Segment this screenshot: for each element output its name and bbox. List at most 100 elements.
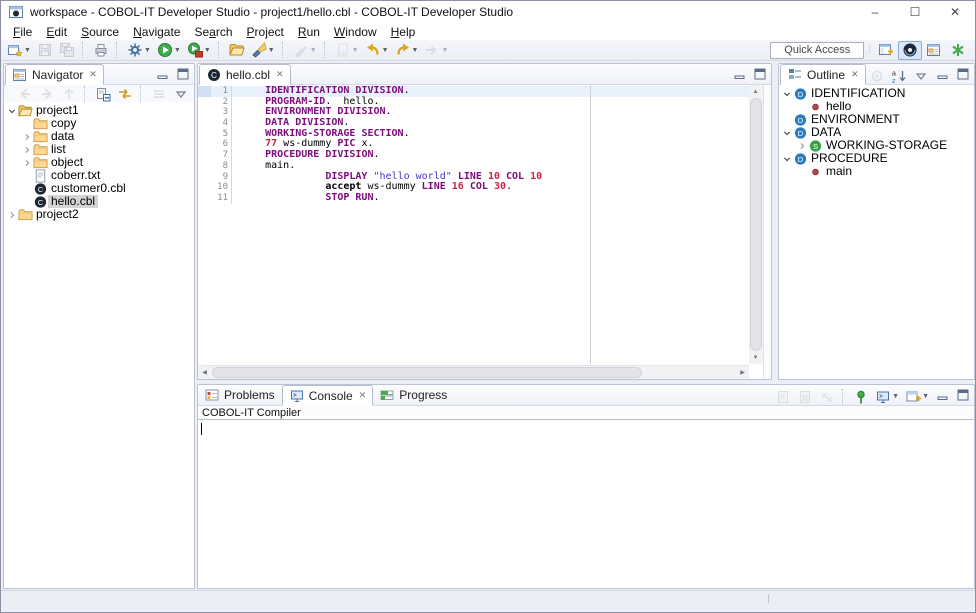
last-edit-location-button[interactable]: ▼	[421, 41, 451, 60]
console-output[interactable]	[198, 421, 974, 588]
tree-chevron-icon[interactable]	[6, 209, 18, 221]
quick-access[interactable]: Quick Access	[770, 42, 864, 59]
marker-bar[interactable]	[198, 193, 211, 204]
mark-occurrences-button[interactable]: ▼	[290, 41, 320, 60]
dropdown-arrow-icon[interactable]: ▼	[892, 393, 899, 400]
sort-button[interactable]: az	[888, 66, 910, 85]
maximize-view-button[interactable]	[174, 66, 192, 82]
scroll-right-icon[interactable]: ▶	[736, 366, 749, 379]
dropdown-arrow-icon[interactable]: ▼	[204, 47, 211, 54]
marker-bar[interactable]	[198, 129, 211, 140]
maximize-view-button[interactable]	[954, 66, 972, 82]
tab-problems[interactable]: Problems	[198, 384, 281, 405]
tab-outline[interactable]: Outline ✕	[780, 64, 866, 85]
scroll-down-icon[interactable]: ▼	[749, 351, 762, 364]
menu-run[interactable]: Run	[291, 24, 327, 40]
menu-source[interactable]: Source	[74, 24, 126, 40]
dropdown-arrow-icon[interactable]: ▼	[922, 393, 929, 400]
tab-progress[interactable]: Progress	[373, 384, 453, 405]
dropdown-arrow-icon[interactable]: ▼	[144, 47, 151, 54]
view-menu-button[interactable]	[170, 86, 192, 102]
tab-console[interactable]: Console✕	[282, 385, 374, 406]
marker-bar[interactable]	[198, 97, 211, 108]
tree-chevron-icon[interactable]	[21, 157, 33, 169]
menu-file[interactable]: File	[6, 24, 39, 40]
back-button[interactable]: ▼	[362, 41, 392, 60]
tab-hello-cbl[interactable]: C hello.cbl ✕	[199, 64, 291, 85]
scrollbar-thumb[interactable]	[212, 367, 642, 378]
dropdown-arrow-icon[interactable]: ▼	[24, 47, 31, 54]
overview-ruler[interactable]	[763, 85, 771, 379]
tree-chevron-icon[interactable]	[6, 105, 18, 117]
dropdown-arrow-icon[interactable]: ▼	[174, 47, 181, 54]
view-menu-button[interactable]	[910, 66, 932, 85]
display-selected-console-button[interactable]: ▼	[872, 387, 902, 406]
open-copybook-button[interactable]	[226, 41, 248, 60]
forward-button[interactable]: ▼	[392, 41, 422, 60]
tree-chevron-icon[interactable]	[781, 88, 793, 100]
run-button[interactable]: ▼	[154, 41, 184, 60]
focus-button[interactable]	[866, 66, 888, 85]
menu-window[interactable]: Window	[327, 24, 384, 40]
marker-bar[interactable]	[198, 107, 211, 118]
link-with-editor-button[interactable]	[114, 86, 136, 102]
tab-navigator[interactable]: Navigator ✕	[5, 64, 104, 85]
marker-bar[interactable]	[198, 172, 211, 183]
dropdown-arrow-icon[interactable]: ▼	[412, 47, 419, 54]
up-button[interactable]	[58, 86, 80, 102]
maximize-view-button[interactable]	[954, 387, 972, 403]
close-button[interactable]: ✕	[935, 1, 975, 23]
close-tab-icon[interactable]: ✕	[357, 390, 367, 401]
tree-chevron-icon[interactable]	[781, 153, 793, 165]
statusbar-handle[interactable]: ⁞	[767, 594, 770, 606]
save-all-button[interactable]	[56, 41, 78, 60]
forward-button[interactable]	[36, 86, 58, 102]
open-console-button[interactable]: ▼	[902, 387, 932, 406]
code-editor[interactable]: 1 IDENTIFICATION DIVISION.2 PROGRAM-ID. …	[198, 85, 771, 379]
marker-bar[interactable]	[198, 161, 211, 172]
minimize-view-button[interactable]	[154, 66, 172, 82]
scrollbar-thumb[interactable]	[750, 98, 762, 351]
back-button[interactable]	[14, 86, 36, 102]
minimize-button[interactable]: –	[855, 1, 895, 23]
close-tab-icon[interactable]: ✕	[849, 69, 859, 80]
remove-all-launches-button[interactable]	[816, 387, 838, 406]
tree-chevron-icon[interactable]	[781, 127, 793, 139]
minimize-view-button[interactable]	[731, 66, 749, 82]
outline-item-environment[interactable]: DENVIRONMENT	[779, 113, 974, 126]
minimize-view-button[interactable]	[934, 66, 952, 82]
dropdown-arrow-icon[interactable]: ▼	[352, 47, 359, 54]
menu-edit[interactable]: Edit	[39, 24, 74, 40]
debug-button[interactable]: ▼	[124, 41, 154, 60]
menu-help[interactable]: Help	[384, 24, 423, 40]
save-button[interactable]	[34, 41, 56, 60]
external-tools-button[interactable]: ▼	[184, 41, 214, 60]
marker-bar[interactable]	[198, 139, 211, 150]
marker-bar[interactable]	[198, 118, 211, 129]
vertical-scrollbar[interactable]: ▲ ▼	[749, 85, 763, 364]
maximize-button[interactable]: ☐	[895, 1, 935, 23]
new-button[interactable]: ▼	[4, 41, 34, 60]
menu-project[interactable]: Project	[240, 24, 291, 40]
collapse-all-button[interactable]	[92, 86, 114, 102]
print-button[interactable]	[90, 41, 112, 60]
scroll-left-icon[interactable]: ◀	[198, 366, 211, 379]
menu-navigate[interactable]: Navigate	[126, 24, 187, 40]
clear-console-button[interactable]	[772, 387, 794, 406]
menu-search[interactable]: Search	[187, 24, 239, 40]
navigator-item-project2[interactable]: project2	[4, 208, 194, 221]
dropdown-arrow-icon[interactable]: ▼	[382, 47, 389, 54]
debug-perspective-button[interactable]	[946, 41, 970, 60]
resource-perspective-button[interactable]	[922, 41, 946, 60]
dropdown-arrow-icon[interactable]: ▼	[441, 47, 448, 54]
dropdown-arrow-icon[interactable]: ▼	[310, 47, 317, 54]
open-perspective-button[interactable]	[874, 41, 898, 60]
horizontal-scrollbar[interactable]: ◀ ▶	[198, 365, 749, 379]
next-annotation-button[interactable]: ▼	[332, 41, 362, 60]
scroll-up-icon[interactable]: ▲	[749, 85, 762, 98]
marker-bar[interactable]	[198, 86, 211, 97]
maximize-view-button[interactable]	[751, 66, 769, 82]
dropdown-arrow-icon[interactable]: ▼	[268, 47, 275, 54]
minimize-view-button[interactable]	[934, 387, 952, 403]
outline-item-main[interactable]: main	[779, 165, 974, 178]
